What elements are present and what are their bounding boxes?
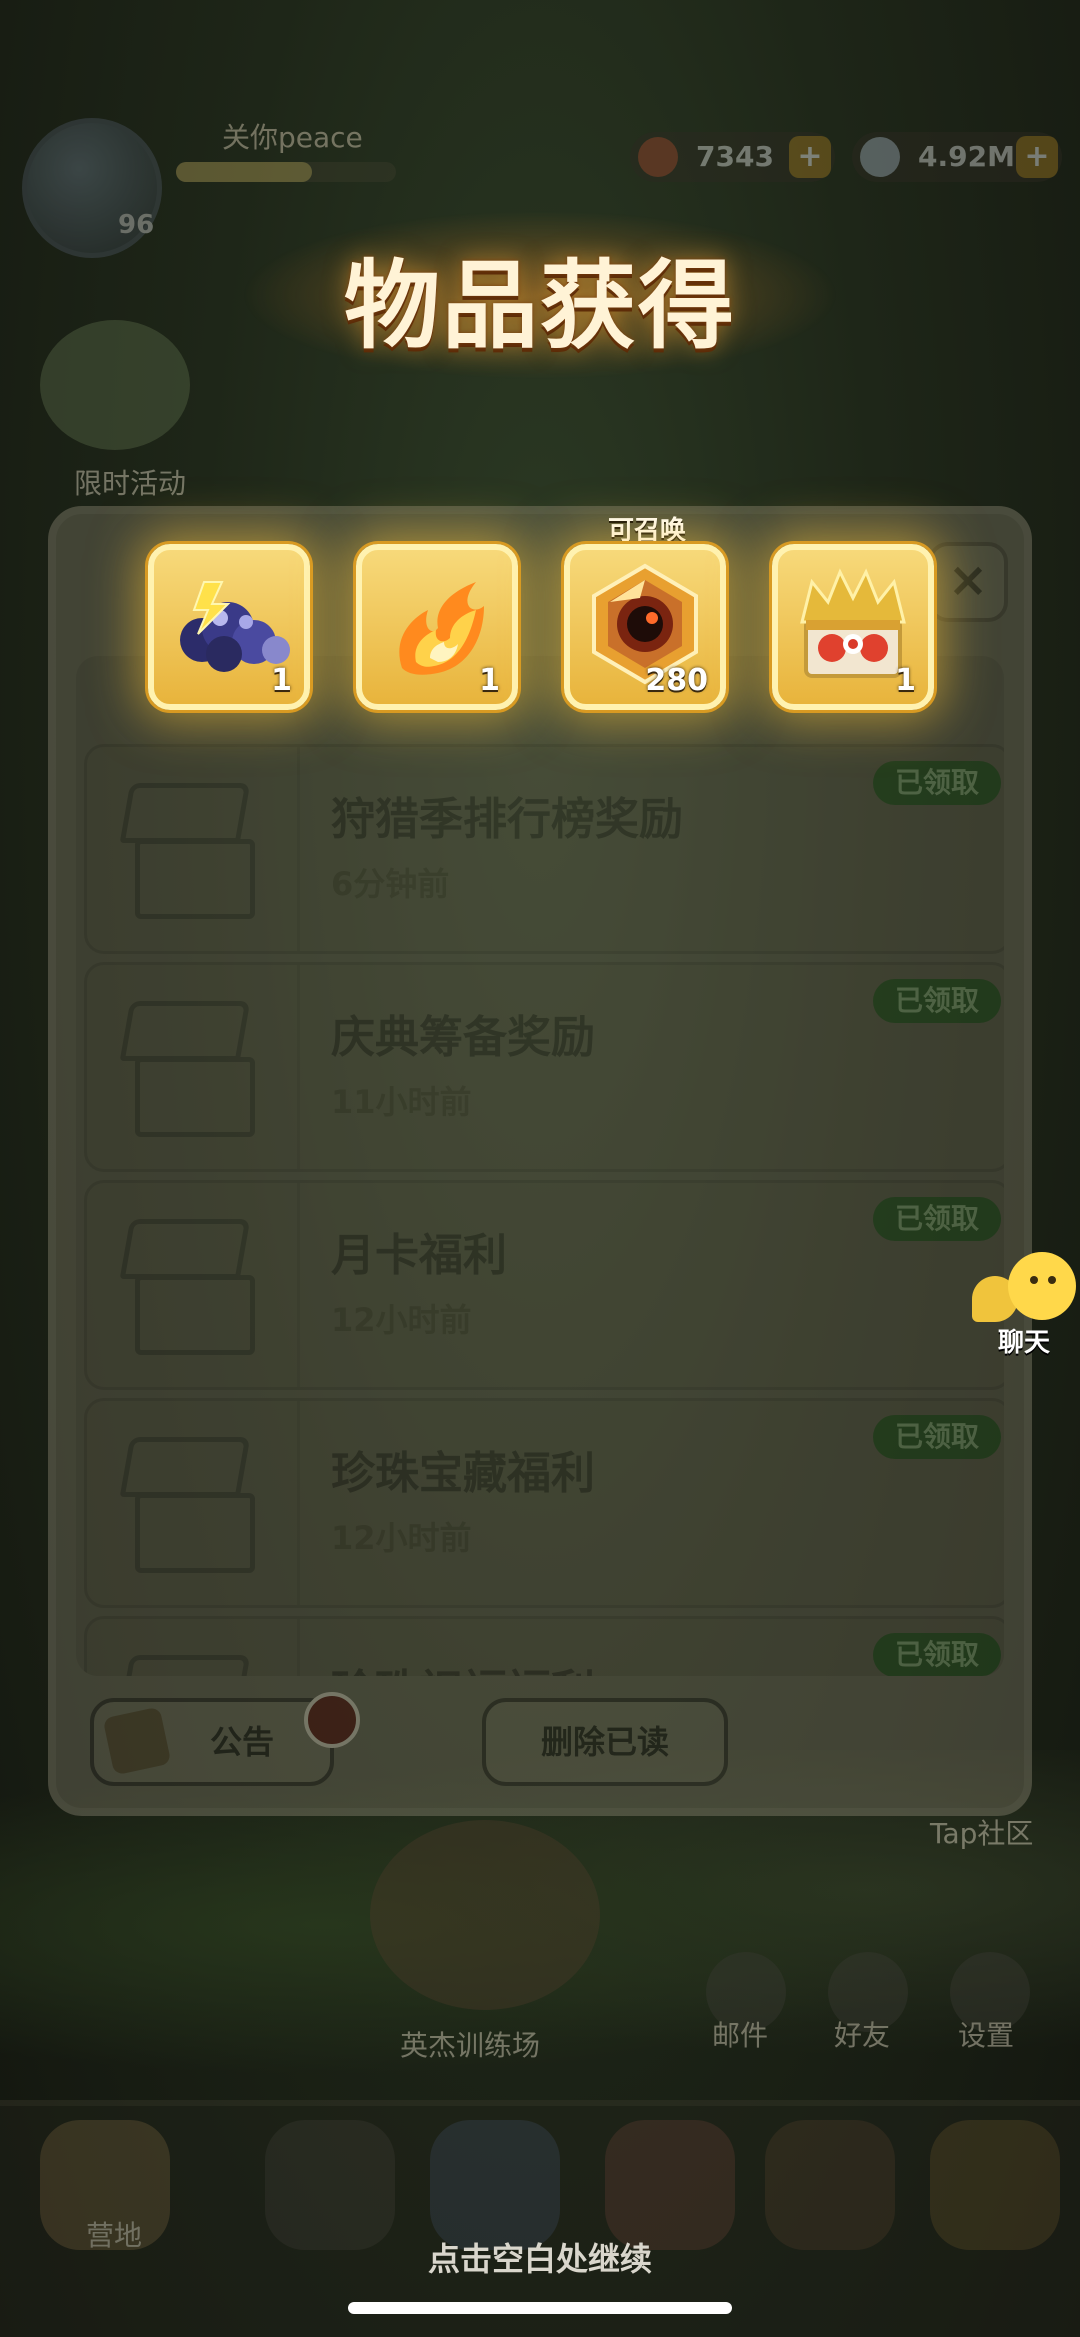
- mail-row-title: 庆典筹备奖励: [331, 1012, 595, 1063]
- mail-row: 珍珠宝藏福利 12小时前 已领取: [84, 1398, 1004, 1608]
- mail-row-time: 6分钟前: [331, 865, 450, 903]
- friends-label: 好友: [834, 2019, 891, 2052]
- mail-list: 狩猎季排行榜奖励 6分钟前 已领取 庆典筹备奖励 11小时前 已领取 月卡福利 …: [76, 656, 1004, 1676]
- experience-bar: [176, 162, 396, 182]
- mail-row: 珍珠祝福福利 已领取: [84, 1616, 1004, 1676]
- mail-row-title: 月卡福利: [331, 1230, 507, 1281]
- nav-shop-icon: [765, 2120, 895, 2250]
- chest-icon: [115, 1645, 265, 1676]
- currency-1-icon: [638, 137, 678, 177]
- mail-row-time: 12小时前: [331, 1519, 472, 1557]
- tap-to-continue-hint[interactable]: 点击空白处继续: [0, 2234, 1080, 2280]
- event-label: 限时活动: [73, 467, 186, 500]
- reward-count: 1: [271, 663, 292, 698]
- notice-board-icon: [102, 1706, 172, 1776]
- mail-row: 庆典筹备奖励 11小时前 已领取: [84, 962, 1004, 1172]
- mail-row: 月卡福利 12小时前 已领取: [84, 1180, 1004, 1390]
- items-obtained-title: 物品获得: [344, 250, 736, 362]
- mail-label: 邮件: [712, 2019, 769, 2052]
- nav-hero-icon: [265, 2120, 395, 2250]
- currency-2-pill: 4.92M +: [852, 132, 1062, 182]
- reward-count: 1: [895, 663, 916, 698]
- mail-row-time: 11小时前: [331, 1083, 472, 1121]
- chat-button[interactable]: 聊天: [972, 1248, 1080, 1360]
- reward-item[interactable]: 280: [564, 544, 726, 710]
- player-name: 关你peace: [222, 121, 363, 154]
- reward-count: 280: [645, 663, 708, 698]
- notice-button: 公告: [90, 1692, 360, 1786]
- chat-face-icon: [1008, 1252, 1076, 1320]
- delete-read-button: 删除已读: [482, 1698, 728, 1786]
- reward-item[interactable]: 1: [772, 544, 934, 710]
- chest-icon: [115, 773, 265, 923]
- currency-2-icon: [860, 137, 900, 177]
- bell-icon: [304, 1692, 360, 1748]
- chest-icon: [115, 1209, 265, 1359]
- reward-count: 1: [479, 663, 500, 698]
- claimed-badge: 已领取: [872, 1633, 1001, 1676]
- reward-item[interactable]: 1: [148, 544, 310, 710]
- claimed-badge: 已领取: [872, 1197, 1001, 1241]
- chest-icon: [115, 1427, 265, 1577]
- home-indicator[interactable]: [348, 2302, 732, 2314]
- tap-community-label: Tap社区: [930, 1817, 1034, 1850]
- close-icon: ×: [928, 542, 1008, 622]
- nav-weapon-icon: [430, 2120, 560, 2250]
- currency-1-pill: 7343 +: [630, 132, 835, 182]
- currency-1-value: 7343: [696, 140, 774, 173]
- training-ground-icon: [370, 1820, 600, 2010]
- chat-label: 聊天: [997, 1328, 1050, 1358]
- chest-icon: [115, 991, 265, 1141]
- claimed-badge: 已领取: [872, 761, 1001, 805]
- claimed-badge: 已领取: [872, 1415, 1001, 1459]
- mail-row-title: 狩猎季排行榜奖励: [331, 794, 683, 845]
- settings-label: 设置: [958, 2019, 1015, 2052]
- reward-item[interactable]: 1: [356, 544, 518, 710]
- mail-row: 狩猎季排行榜奖励 6分钟前 已领取: [84, 744, 1004, 954]
- mail-row-title: 珍珠宝藏福利: [331, 1448, 595, 1499]
- add-currency-2-button: +: [1016, 136, 1058, 178]
- claimed-badge: 已领取: [872, 979, 1001, 1023]
- add-currency-1-button: +: [789, 136, 831, 178]
- mail-row-time: 12小时前: [331, 1301, 472, 1339]
- nav-pet-icon: [605, 2120, 735, 2250]
- currency-2-value: 4.92M: [918, 140, 1015, 173]
- mail-row-title: 珍珠祝福福利: [331, 1655, 595, 1676]
- summonable-tag: 可召唤: [607, 516, 686, 546]
- training-ground-label: 英杰训练场: [400, 2029, 541, 2062]
- nav-guild-icon: [930, 2120, 1060, 2250]
